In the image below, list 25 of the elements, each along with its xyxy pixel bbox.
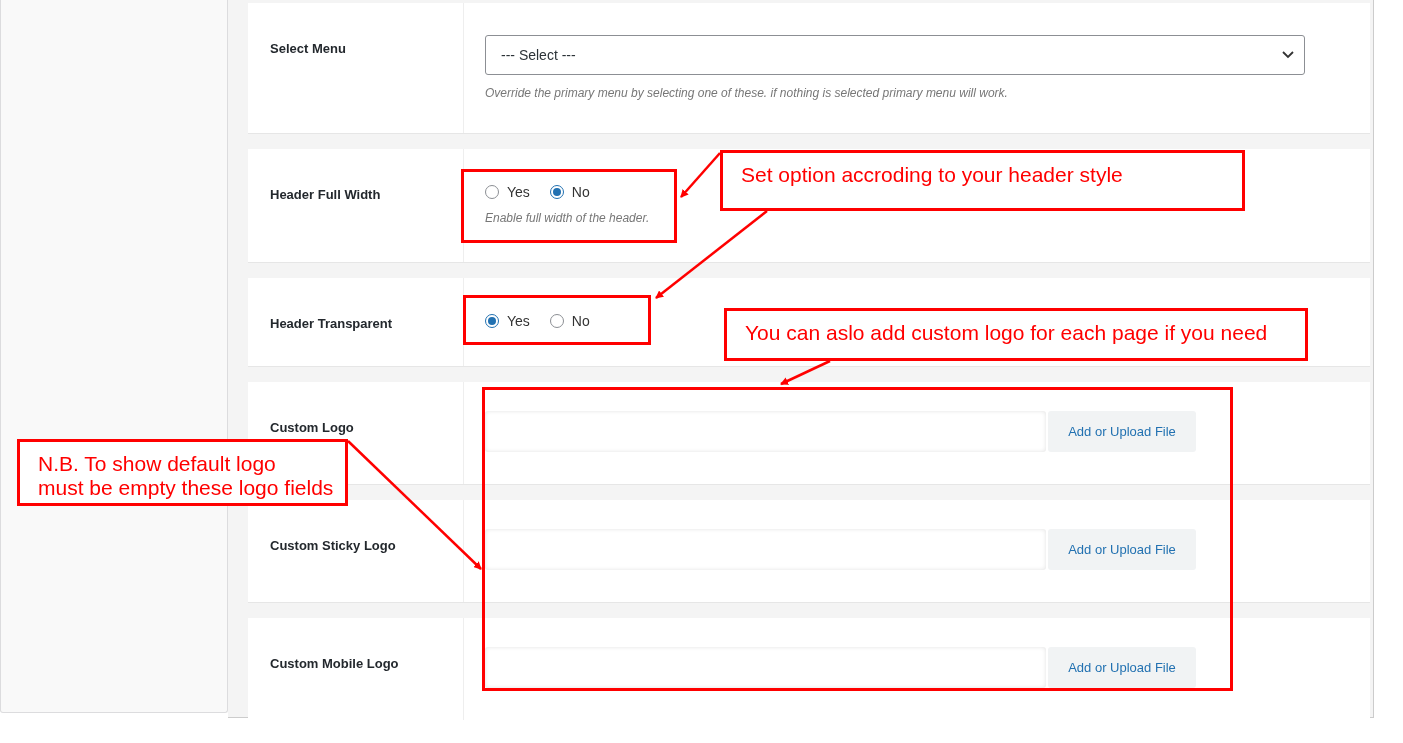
annotation-note: N.B. To show default logo must be empty these logo fields xyxy=(17,439,348,506)
setting-label: Custom Mobile Logo xyxy=(270,656,399,671)
arrow xyxy=(680,152,721,198)
annotation-note: You can aslo add custom logo for each page if you need xyxy=(724,308,1308,361)
arrow xyxy=(780,359,831,386)
setting-label: Custom Logo xyxy=(270,420,354,435)
file-url-field[interactable] xyxy=(485,647,1046,688)
radio-option[interactable]: No xyxy=(549,184,590,200)
upload-button[interactable]: Add or Upload File xyxy=(1048,411,1196,452)
upload-button[interactable]: Add or Upload File xyxy=(1048,529,1196,570)
file-url-field[interactable] xyxy=(485,529,1046,570)
chevron-down-icon xyxy=(1282,51,1294,59)
radio-option[interactable]: Yes xyxy=(485,184,530,200)
field-description: Enable full width of the header. xyxy=(485,211,651,225)
field-description: Override the primary menu by selecting one of these. if nothing is selected primary menu will work. xyxy=(485,86,1009,100)
setting-label: Custom Sticky Logo xyxy=(270,538,396,553)
setting-label: Header Full Width xyxy=(270,187,381,202)
file-url-field[interactable] xyxy=(485,411,1046,452)
annotation-note: Set option accroding to your header style xyxy=(720,150,1245,211)
radio-option[interactable]: No xyxy=(549,313,590,329)
menu-select[interactable]: --- Select --- xyxy=(485,35,1305,75)
upload-button[interactable]: Add or Upload File xyxy=(1048,647,1196,688)
setting-label: Header Transparent xyxy=(270,316,393,331)
setting-label: Select Menu xyxy=(270,41,346,56)
radio-option[interactable]: Yes xyxy=(485,313,530,329)
